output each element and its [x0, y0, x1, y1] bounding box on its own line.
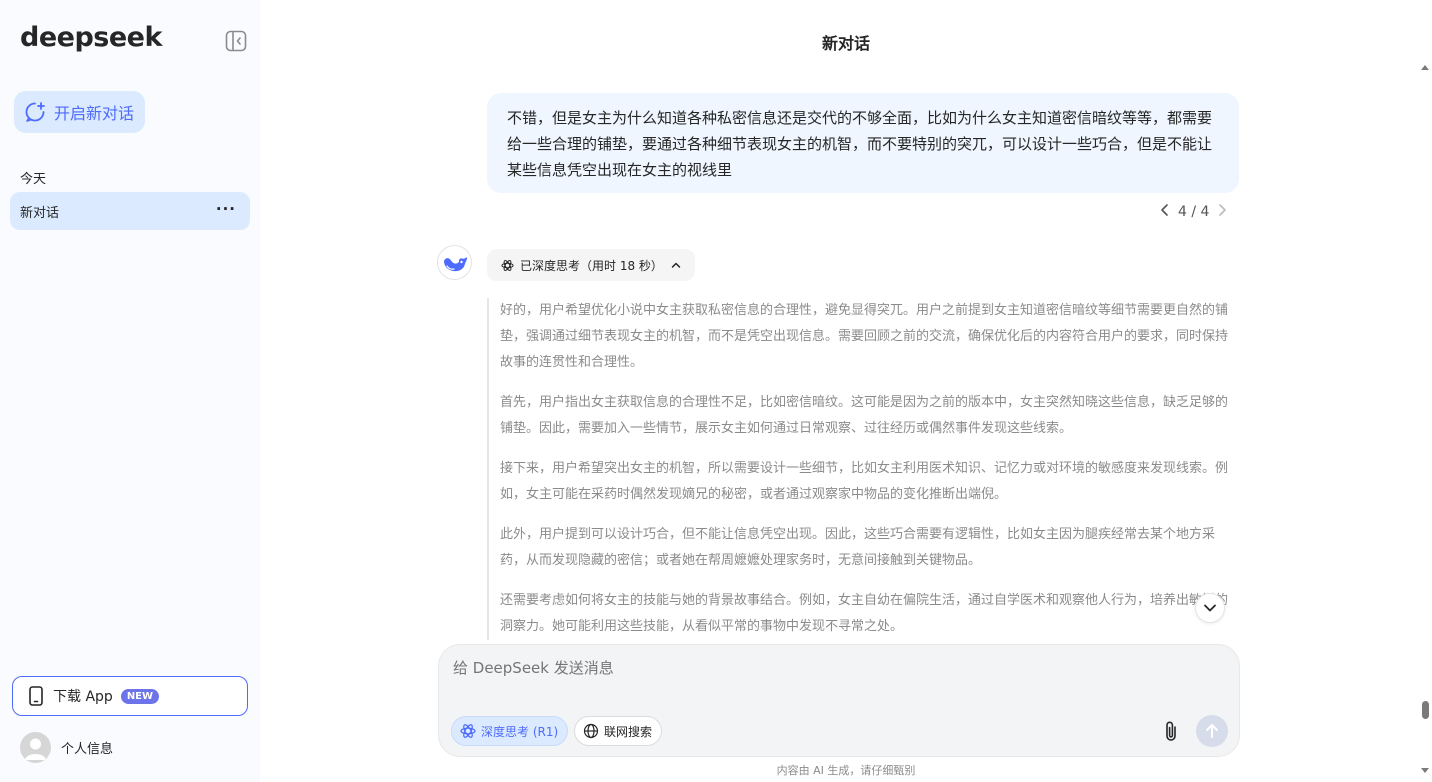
thinking-paragraph: 好的，用户希望优化小说中女主获取私密信息的合理性，避免显得突兀。用户之前提到女主… — [500, 303, 1229, 370]
deep-think-label: 深度思考 (R1) — [481, 724, 559, 739]
phone-icon — [29, 686, 43, 706]
whale-icon — [443, 256, 467, 271]
thinking-paragraph: 还需要考虑如何将女主的技能与她的背景故事结合。例如，女主自幼在偏院生活，通过自学… — [500, 593, 1229, 634]
attach-button[interactable] — [1157, 717, 1185, 745]
atom-icon — [460, 724, 476, 738]
section-today-label: 今天 — [20, 172, 47, 187]
assistant-avatar — [437, 245, 472, 280]
pager-count: 4 / 4 — [1178, 204, 1210, 220]
web-search-toggle[interactable]: 联网搜索 — [574, 716, 663, 746]
message-composer: 深度思考 (R1) 联网搜索 — [438, 644, 1240, 757]
ai-disclaimer: 内容由 AI 生成，请仔细甄别 — [776, 764, 916, 777]
page-title: 新对话 — [821, 34, 870, 53]
scroll-up-arrow[interactable] — [1421, 65, 1429, 70]
scroll-to-bottom-button[interactable] — [1195, 593, 1225, 623]
user-message: 不错，但是女主为什么知道各种私密信息还是交代的不够全面，比如为什么女主知道密信暗… — [487, 93, 1239, 193]
conversation-label: 新对话 — [20, 205, 60, 221]
page-scrollbar[interactable] — [1419, 60, 1432, 782]
chevron-up-icon — [671, 262, 681, 268]
main-area: 新对话 不错，但是女主为什么知道各种私密信息还是交代的不够全面，比如为什么女主知… — [260, 0, 1432, 782]
chevron-down-icon — [1204, 604, 1216, 612]
download-app-button[interactable]: 下载 App NEW — [12, 676, 248, 716]
conversation-item[interactable]: 新对话 ··· — [10, 192, 250, 230]
new-chat-label: 开启新对话 — [54, 104, 135, 123]
thinking-toggle[interactable]: 已深度思考（用时 18 秒） — [487, 249, 695, 281]
download-app-label: 下载 App — [53, 689, 113, 705]
message-pager: 4 / 4 — [1160, 203, 1227, 221]
chevron-left-icon[interactable] — [1160, 203, 1170, 221]
scroll-down-arrow[interactable] — [1421, 768, 1429, 773]
chevron-right-icon[interactable] — [1217, 203, 1227, 221]
arrow-up-icon — [1206, 724, 1218, 738]
scroll-thumb[interactable] — [1422, 701, 1429, 719]
sidebar: deepseek 开启新对话 今天 新对话 ··· 下载 App NEW 个人信… — [0, 0, 260, 782]
thinking-paragraph: 接下来，用户希望突出女主的机智，所以需要设计一些细节，比如女主利用医术知识、记忆… — [500, 461, 1229, 502]
send-button[interactable] — [1196, 715, 1228, 747]
user-icon — [25, 738, 46, 760]
profile-button[interactable]: 个人信息 — [20, 732, 113, 763]
deepseek-logo[interactable]: deepseek — [20, 22, 162, 53]
new-chat-button[interactable]: 开启新对话 — [14, 91, 145, 133]
thinking-content: 好的，用户希望优化小说中女主获取私密信息的合理性，避免显得突兀。用户之前提到女主… — [487, 298, 1229, 640]
more-options-icon[interactable]: ··· — [216, 200, 236, 218]
globe-icon — [583, 723, 599, 739]
sidebar-collapse-icon — [225, 30, 247, 52]
new-badge: NEW — [120, 688, 160, 704]
deep-think-toggle[interactable]: 深度思考 (R1) — [451, 716, 569, 746]
thinking-paragraph: 首先，用户指出女主获取信息的合理性不足，比如密信暗纹。这可能是因为之前的版本中，… — [500, 395, 1229, 436]
thinking-chip-label: 已深度思考（用时 18 秒） — [520, 258, 663, 273]
message-input[interactable] — [453, 659, 1213, 677]
new-chat-icon — [25, 102, 45, 122]
thinking-paragraph: 此外，用户提到可以设计巧合，但不能让信息凭空出现。因此，这些巧合需要有逻辑性，比… — [500, 527, 1216, 568]
profile-label: 个人信息 — [61, 742, 114, 757]
paperclip-icon — [1166, 721, 1176, 741]
collapse-sidebar-button[interactable] — [225, 30, 247, 52]
web-search-label: 联网搜索 — [604, 724, 653, 739]
avatar — [20, 732, 51, 763]
atom-icon — [501, 259, 514, 271]
